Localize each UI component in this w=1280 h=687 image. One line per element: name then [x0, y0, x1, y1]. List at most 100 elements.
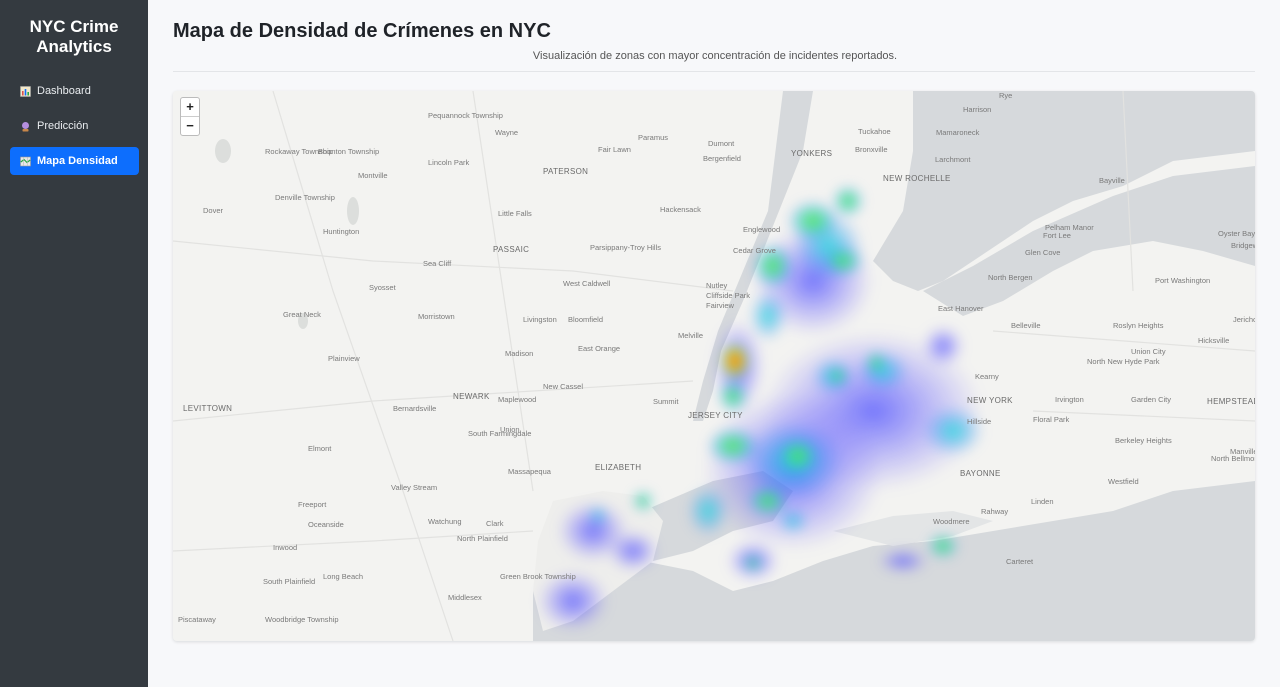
- map-place-label: Hillside: [967, 417, 992, 426]
- map-place-label: ELIZABETH: [595, 463, 642, 472]
- map-place-label: Sea Cliff: [423, 259, 452, 268]
- map-place-label: JERSEY CITY: [688, 411, 743, 420]
- map-place-label: Fort Lee: [1043, 231, 1071, 240]
- map-place-label: YONKERS: [791, 149, 833, 158]
- map-icon: [20, 156, 31, 167]
- map-place-label: Green Brook Township: [500, 572, 576, 581]
- map-place-label: Union: [500, 425, 520, 434]
- map-place-label: Bergenfield: [703, 154, 741, 163]
- map-place-label: Union City: [1131, 347, 1166, 356]
- map-place-label: North Plainfield: [457, 534, 508, 543]
- map-place-label: West Caldwell: [563, 279, 611, 288]
- map-place-label: Floral Park: [1033, 415, 1070, 424]
- map-place-label: Madison: [505, 349, 534, 358]
- map-place-label: Tuckahoe: [858, 127, 891, 136]
- bar-chart-icon: [20, 85, 31, 97]
- map-place-label: Elmont: [308, 444, 332, 453]
- zoom-in-button[interactable]: +: [181, 98, 199, 116]
- map-place-label: Nutley: [706, 281, 728, 290]
- zoom-control: + −: [180, 97, 200, 136]
- app-brand: NYC Crime Analytics: [0, 17, 148, 57]
- map-place-label: Pequannock Township: [428, 111, 503, 120]
- map-place-label: NEW YORK: [967, 396, 1013, 405]
- map-place-label: Jericho: [1233, 315, 1255, 324]
- map-place-label: LEVITTOWN: [183, 404, 233, 413]
- map-place-label: Larchmont: [935, 155, 971, 164]
- map-place-label: Huntington: [323, 227, 360, 236]
- map-place-label: Massapequa: [508, 467, 551, 476]
- map-place-label: North New Hyde Park: [1087, 357, 1160, 366]
- map-place-label: Summit: [653, 397, 679, 406]
- sidebar-item-dashboard[interactable]: Dashboard: [10, 77, 139, 105]
- map-place-label: Piscataway: [178, 615, 216, 624]
- map-place-label: Great Neck: [283, 310, 321, 319]
- map-place-label: East Hanover: [938, 304, 984, 313]
- map-place-label: Paramus: [638, 133, 669, 142]
- map-place-label: Harrison: [963, 105, 992, 114]
- sidebar-item-label: Dashboard: [37, 85, 91, 97]
- page-subtitle: Visualización de zonas con mayor concent…: [532, 50, 898, 62]
- map-place-label: Middlesex: [448, 593, 482, 602]
- map-place-label: Roslyn Heights: [1113, 321, 1164, 330]
- map-place-label: Inwood: [273, 543, 298, 552]
- sidebar-nav: Dashboard Predicción Mapa Densidad: [0, 77, 148, 175]
- sidebar-item-prediccion[interactable]: Predicción: [10, 112, 139, 140]
- map-base: [173, 91, 1255, 641]
- map-place-label: Wayne: [495, 128, 519, 137]
- map-place-label: Rahway: [981, 507, 1009, 516]
- map-place-label: Syosset: [369, 283, 396, 292]
- map-place-label: New Cassel: [543, 382, 584, 391]
- map-place-label: Morristown: [418, 312, 455, 321]
- brand-line-1: NYC Crime: [29, 17, 119, 36]
- map-place-label: Melville: [678, 331, 704, 340]
- map-place-label: Bronxville: [855, 145, 888, 154]
- map-place-label: Cliffside Park: [706, 291, 751, 300]
- map-place-label: Montville: [358, 171, 388, 180]
- map-place-label: HEMPSTEAD: [1207, 397, 1255, 406]
- density-map[interactable]: Pequannock Township Wayne Paramus Dumont Har…: [173, 91, 1255, 641]
- main-content: Mapa de Densidad de Crímenes en NYC Visu…: [148, 0, 1280, 687]
- map-place-label: Westfield: [1108, 477, 1139, 486]
- zoom-out-button[interactable]: −: [181, 116, 199, 135]
- map-place-label: Woodmere: [933, 517, 970, 526]
- crystal-ball-icon: [20, 121, 31, 132]
- map-place-label: Port Washington: [1155, 276, 1211, 285]
- map-place-label: NEWARK: [453, 392, 490, 401]
- map-place-label: PASSAIC: [493, 245, 530, 254]
- map-place-label: Bernardsville: [393, 404, 437, 413]
- map-place-label: Livingston: [523, 315, 557, 324]
- map-place-label: Woodbridge Township: [265, 615, 339, 624]
- sidebar: NYC Crime Analytics Dashboard Predicción…: [0, 0, 148, 687]
- map-place-label: Little Falls: [498, 209, 532, 218]
- sidebar-item-label: Mapa Densidad: [37, 155, 118, 167]
- map-place-label: Kearny: [975, 372, 999, 381]
- map-place-label: Linden: [1031, 497, 1054, 506]
- map-place-label: Bloomfield: [568, 315, 604, 324]
- map-place-label: Oceanside: [308, 520, 344, 529]
- map-place-label: Watchung: [428, 517, 462, 526]
- sidebar-item-mapa-densidad[interactable]: Mapa Densidad: [10, 147, 139, 175]
- map-place-label: Fair Lawn: [598, 145, 631, 154]
- page-title: Mapa de Densidad de Crímenes en NYC: [173, 20, 551, 42]
- map-place-label: PATERSON: [543, 167, 589, 176]
- map-place-label: Dumont: [708, 139, 735, 148]
- map-place-label: NEW ROCHELLE: [883, 174, 951, 183]
- map-place-label: Glen Cove: [1025, 248, 1061, 257]
- map-place-label: Valley Stream: [391, 483, 438, 492]
- header-divider: [173, 71, 1255, 72]
- map-place-label: North Bergen: [988, 273, 1033, 282]
- map-place-label: Garden City: [1131, 395, 1172, 404]
- map-place-label: Plainview: [328, 354, 360, 363]
- map-place-label: Rye: [999, 91, 1013, 100]
- map-place-label: Clark: [486, 519, 504, 528]
- map-place-label: Long Beach: [323, 572, 364, 581]
- map-place-label: Maplewood: [498, 395, 537, 404]
- map-place-label: South Plainfield: [263, 577, 316, 586]
- map-place-label: BAYONNE: [960, 469, 1001, 478]
- map-place-label: Freeport: [298, 500, 327, 509]
- map-place-label: Parsippany-Troy Hills: [590, 243, 661, 252]
- map-place-label: Oyster Bay: [1218, 229, 1255, 238]
- map-place-label: Boonton Township: [318, 147, 380, 156]
- map-place-label: Bayville: [1099, 176, 1125, 185]
- map-place-label: Bridgewater: [1231, 241, 1255, 250]
